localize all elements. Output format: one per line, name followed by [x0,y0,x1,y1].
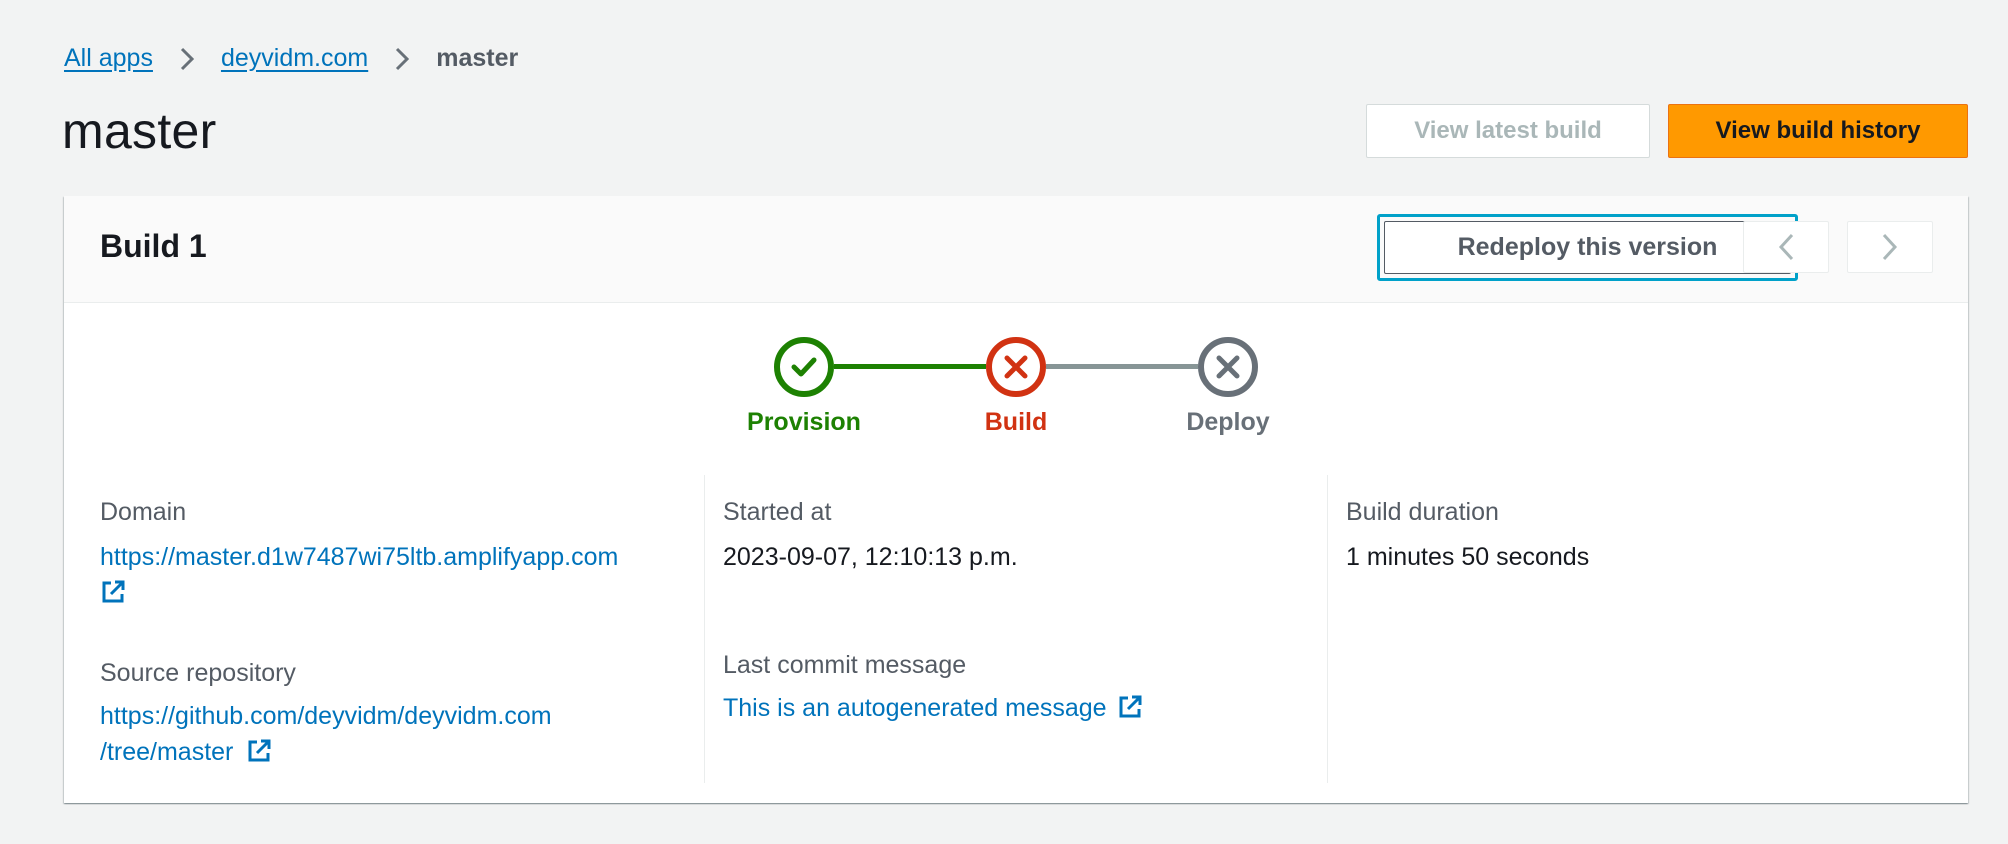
build-duration-label: Build duration [1346,498,1499,526]
started-at-value: 2023-09-07, 12:10:13 p.m. [723,543,1018,571]
external-link-icon[interactable] [100,579,126,619]
redeploy-focus-ring: Redeploy this version [1377,214,1798,281]
next-build-button[interactable] [1847,221,1933,273]
column-divider [704,475,705,783]
source-repository-link[interactable]: https://github.com/deyvidm/deyvidm.com /… [100,702,552,766]
view-latest-build-button[interactable]: View latest build [1366,104,1650,158]
started-at-label: Started at [723,498,832,526]
chevron-left-icon [1778,233,1794,261]
redeploy-button[interactable]: Redeploy this version [1384,221,1791,274]
build-card-header: Build 1 Redeploy this version [64,196,1968,303]
step-deploy-status [1198,337,1258,397]
build-duration-value: 1 minutes 50 seconds [1346,543,1590,571]
domain-link[interactable]: https://master.d1w7487wi75ltb.amplifyapp… [100,543,618,571]
step-provision-label: Provision [747,408,861,436]
breadcrumb-current: master [436,44,519,72]
step-connector-pending [1046,364,1198,369]
last-commit-message-link[interactable]: This is an autogenerated message [723,694,1107,722]
breadcrumb: All apps deyvidm.com master [64,44,518,73]
last-commit-message-label: Last commit message [723,651,967,679]
source-repository-label: Source repository [100,659,296,687]
source-repository-line1: https://github.com/deyvidm/deyvidm.com [100,702,552,730]
close-icon [1216,355,1240,379]
step-build-label: Build [984,408,1048,436]
chevron-right-icon [177,45,197,73]
details-column-3: Build duration 1 minutes 50 seconds [1346,472,1926,782]
column-divider [1327,475,1328,783]
build-title: Build 1 [100,228,207,264]
details-column-1: Domain https://master.d1w7487wi75ltb.amp… [100,472,680,782]
check-icon [791,357,817,377]
domain-label: Domain [100,498,187,526]
step-connector-success [834,364,986,369]
step-build-status [986,337,1046,397]
close-icon [1004,355,1028,379]
chevron-right-icon [1882,233,1898,261]
page-title: master [62,103,217,159]
chevron-right-icon [392,45,412,73]
breadcrumb-all-apps[interactable]: All apps [64,44,153,73]
previous-build-button[interactable] [1743,221,1829,273]
details-column-2: Started at 2023-09-07, 12:10:13 p.m. Las… [723,472,1303,782]
external-link-icon[interactable] [246,738,272,769]
step-deploy-label: Deploy [1186,408,1270,436]
view-build-history-button[interactable]: View build history [1668,104,1968,158]
breadcrumb-app[interactable]: deyvidm.com [221,44,368,73]
source-repository-line2: /tree/master [100,738,234,766]
external-link-icon[interactable] [1117,694,1143,725]
step-provision-status [774,337,834,397]
